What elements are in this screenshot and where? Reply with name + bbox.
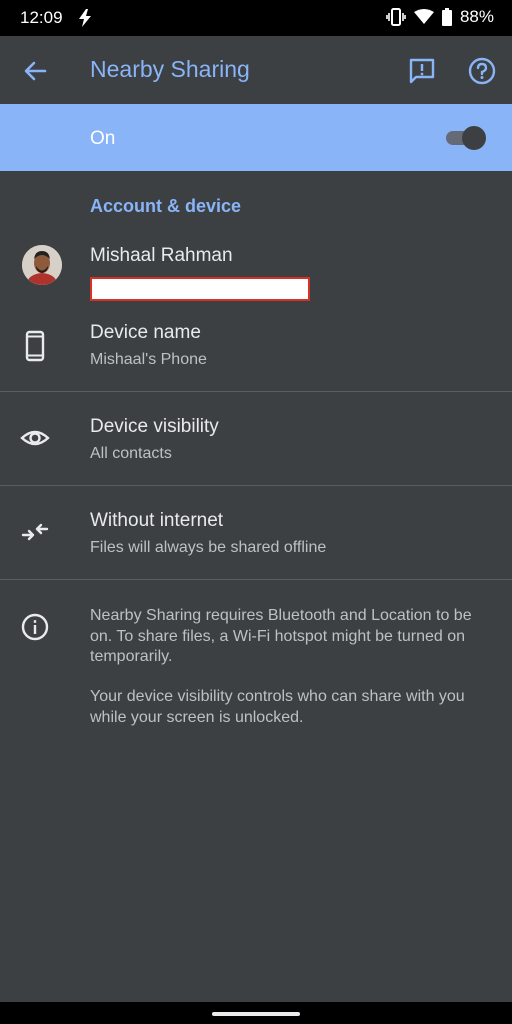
redacted-email — [90, 277, 310, 301]
device-name-row[interactable]: Device name Mishaal's Phone — [0, 312, 512, 391]
gesture-handle[interactable] — [212, 1012, 300, 1016]
device-name-title: Device name — [90, 322, 201, 343]
wifi-icon — [413, 9, 434, 24]
battery-icon — [441, 8, 452, 26]
status-time: 12:09 — [20, 8, 63, 27]
without-internet-value: Files will always be shared offline — [90, 539, 327, 556]
nearby-sharing-switch[interactable] — [446, 126, 490, 150]
without-internet-row[interactable]: Without internet Files will always be sh… — [0, 486, 512, 579]
section-header: Account & device — [90, 196, 242, 216]
status-bar: 12:09 88% — [0, 0, 512, 36]
toggle-label: On — [90, 128, 116, 149]
info-icon — [21, 613, 49, 641]
offline-arrows-icon — [21, 523, 49, 541]
eye-icon — [20, 430, 50, 446]
info-paragraph-requirements: Nearby Sharing requires Bluetooth and Lo… — [90, 607, 472, 665]
phone-icon — [25, 330, 45, 362]
avatar-image — [22, 245, 62, 285]
feedback-icon[interactable] — [407, 56, 437, 86]
device-visibility-row[interactable]: Device visibility All contacts — [0, 392, 512, 485]
nearby-sharing-toggle-row[interactable]: On — [0, 104, 512, 171]
account-name: Mishaal Rahman — [90, 245, 233, 266]
vibrate-icon — [386, 8, 406, 26]
divider — [0, 579, 512, 580]
flash-icon — [79, 9, 91, 27]
device-visibility-title: Device visibility — [90, 416, 219, 437]
without-internet-title: Without internet — [90, 510, 224, 531]
page-title: Nearby Sharing — [90, 56, 250, 82]
battery-percent: 88% — [459, 7, 494, 26]
navigation-bar — [0, 1002, 512, 1024]
back-arrow-icon[interactable] — [20, 56, 50, 86]
device-visibility-value: All contacts — [90, 445, 172, 462]
help-icon[interactable] — [467, 56, 497, 86]
device-name-value: Mishaal's Phone — [90, 351, 207, 368]
switch-thumb — [462, 126, 486, 150]
avatar — [22, 245, 62, 285]
info-paragraph-visibility: Your device visibility controls who can … — [90, 688, 465, 726]
app-bar: Nearby Sharing — [0, 36, 512, 104]
status-icons: 88% — [386, 7, 494, 27]
